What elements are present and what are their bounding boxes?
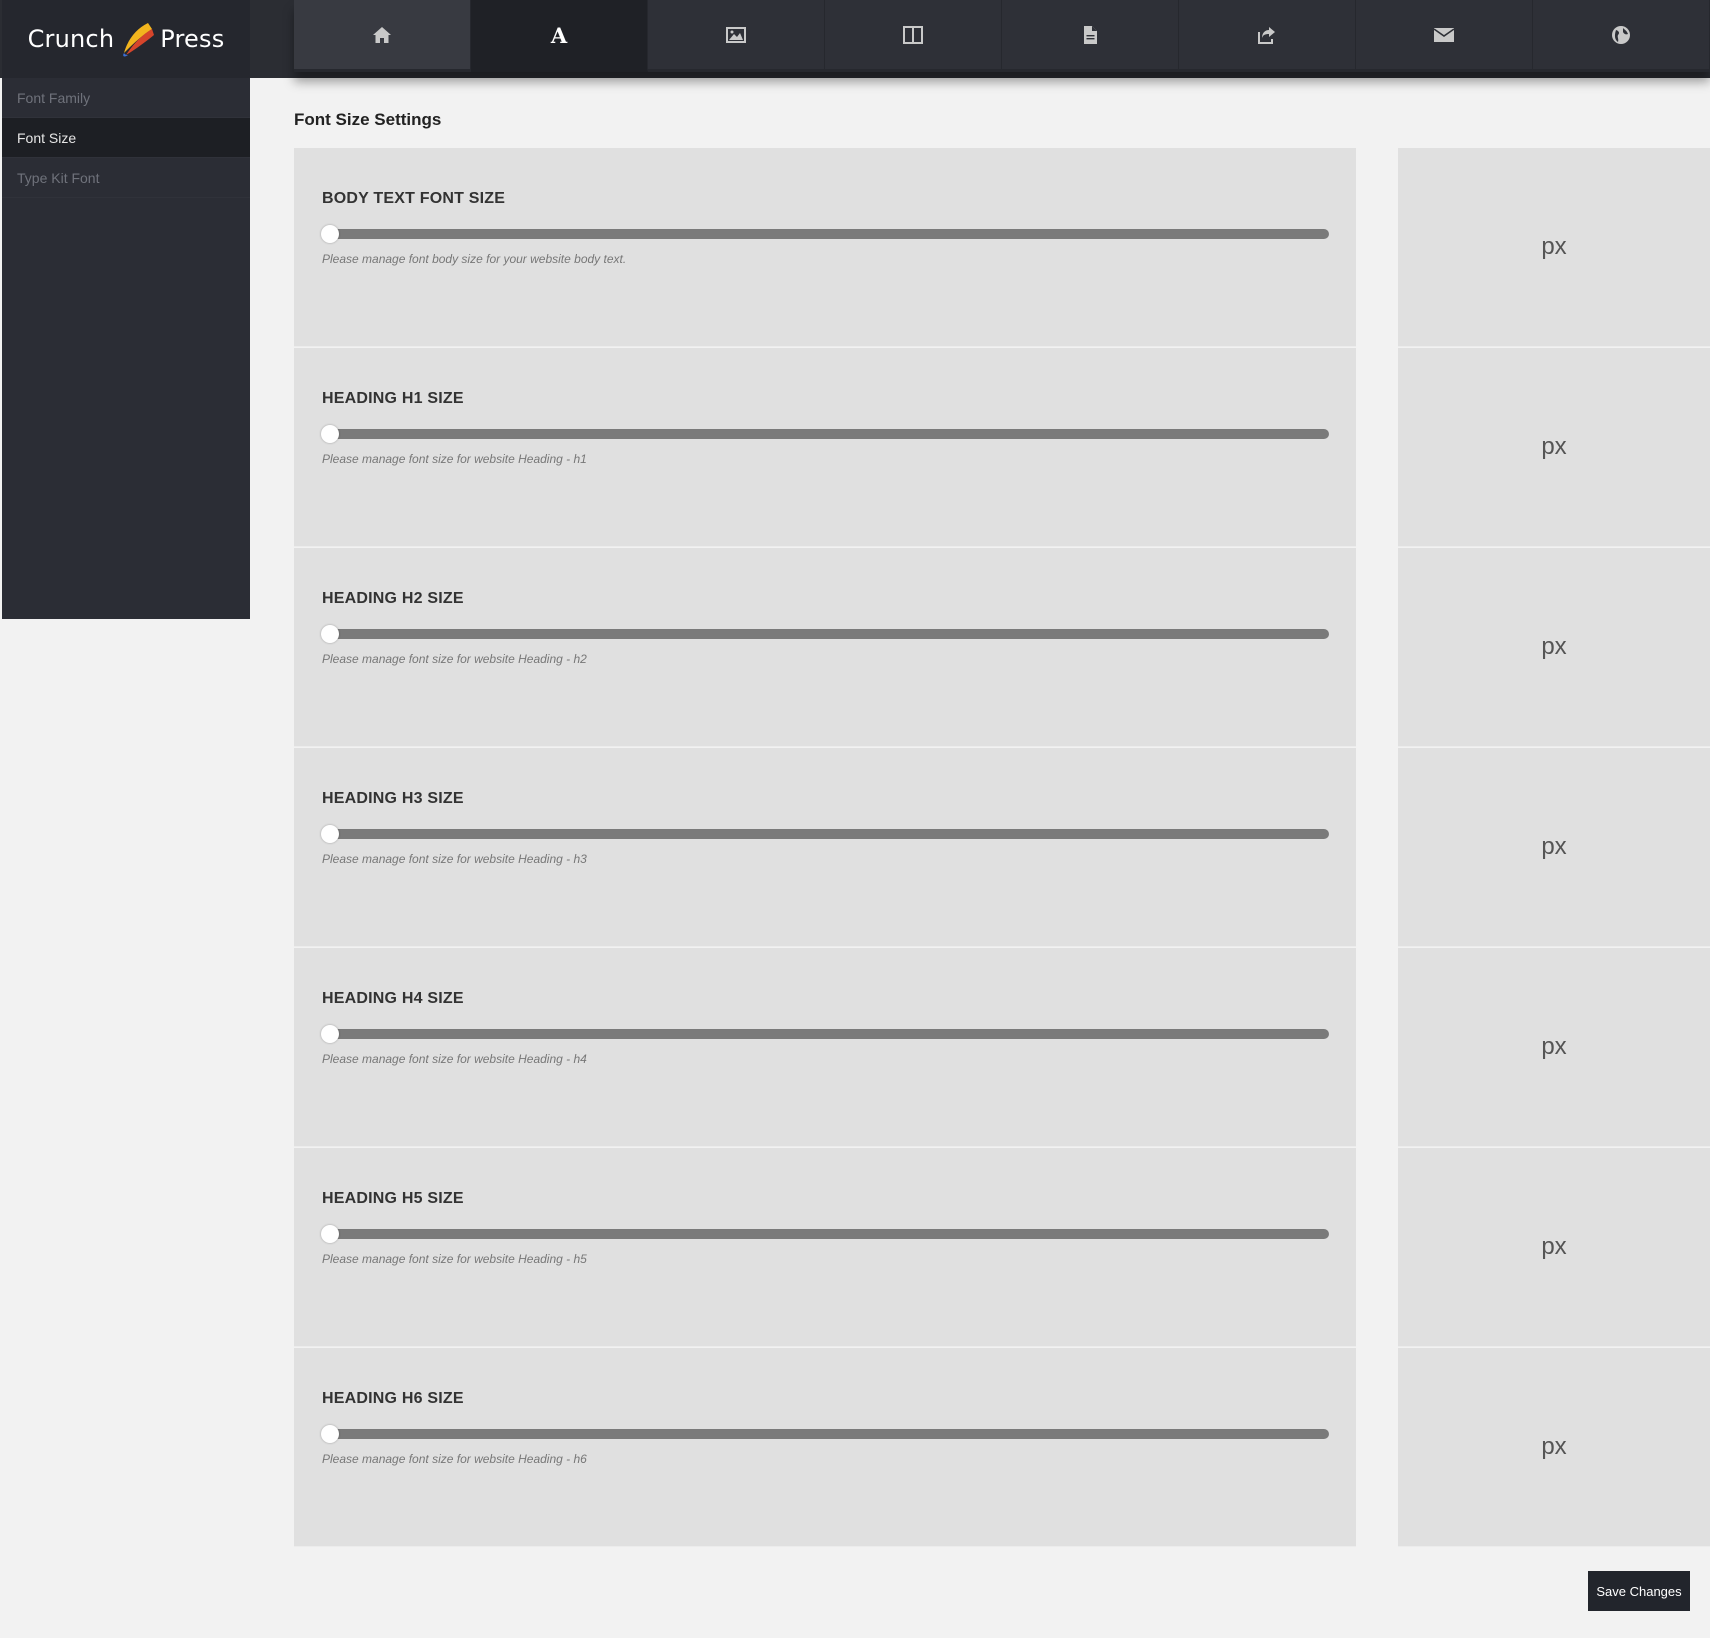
top-bar: Crunch Press A [0,0,1710,78]
setting-label: HEADING H4 SIZE [322,990,464,1007]
tab-pages[interactable] [1002,0,1179,72]
font-size-value-field[interactable]: px [1398,348,1710,547]
slider-track[interactable] [322,229,1329,239]
tab-contact[interactable] [1356,0,1533,72]
setting-card: HEADING H3 SIZE Please manage font size … [294,748,1356,947]
slider-track[interactable] [322,429,1329,439]
slider-track[interactable] [322,1029,1329,1039]
setting-label: HEADING H6 SIZE [322,1390,464,1407]
setting-label: HEADING H5 SIZE [322,1190,464,1207]
sidebar-item-font-size[interactable]: Font Size [2,118,250,158]
brand-logo[interactable]: Crunch Press [2,0,250,78]
sidebar-item-label: Font Family [17,89,91,106]
setting-description: Please manage font size for website Head… [322,452,587,466]
font-size-value-field[interactable]: px [1398,148,1710,347]
setting-row-h2: HEADING H2 SIZE Please manage font size … [294,548,1710,748]
unit-label: px [1541,1233,1567,1260]
font-size-slider[interactable] [321,425,1329,443]
slider-track[interactable] [322,629,1329,639]
tab-home[interactable] [294,0,471,72]
setting-description: Please manage font size for website Head… [322,852,587,866]
tab-typography[interactable]: A [471,0,648,72]
unit-label: px [1541,833,1567,860]
font-size-value-field[interactable]: px [1398,548,1710,747]
setting-card: HEADING H4 SIZE Please manage font size … [294,948,1356,1147]
slider-handle[interactable] [321,1425,339,1443]
sidebar-item-font-family[interactable]: Font Family [2,78,250,118]
save-changes-button[interactable]: Save Changes [1588,1571,1690,1611]
font-size-value-field[interactable]: px [1398,1348,1710,1547]
setting-label: BODY TEXT FONT SIZE [322,190,506,207]
tab-global[interactable] [1533,0,1710,72]
setting-card: HEADING H5 SIZE Please manage font size … [294,1148,1356,1347]
sidebar-item-label: Type Kit Font [17,169,100,186]
setting-label: HEADING H1 SIZE [322,390,464,407]
slider-track[interactable] [322,1229,1329,1239]
unit-label: px [1541,233,1567,260]
setting-description: Please manage font size for website Head… [322,1452,587,1466]
font-size-slider[interactable] [321,225,1329,243]
font-size-slider[interactable] [321,1025,1329,1043]
setting-row-body: BODY TEXT FONT SIZE Please manage font b… [294,148,1710,348]
admin-page: Crunch Press A Font Family Font Size Typ… [0,0,1710,1638]
setting-description: Please manage font size for website Head… [322,652,587,666]
envelope-icon [1433,27,1455,42]
setting-card: HEADING H6 SIZE Please manage font size … [294,1348,1356,1547]
unit-label: px [1541,1033,1567,1060]
slider-track[interactable] [322,829,1329,839]
home-icon [373,26,391,43]
font-size-settings-list: BODY TEXT FONT SIZE Please manage font b… [294,148,1710,1548]
slider-handle[interactable] [321,625,339,643]
brand-mark-icon [123,23,155,57]
globe-icon [1612,25,1630,44]
settings-sidebar: Font Family Font Size Type Kit Font [2,78,250,619]
setting-row-h3: HEADING H3 SIZE Please manage font size … [294,748,1710,948]
slider-handle[interactable] [321,225,339,243]
share-icon [1258,26,1275,44]
main-tab-bar: A [294,0,1710,72]
setting-row-h1: HEADING H1 SIZE Please manage font size … [294,348,1710,548]
setting-description: Please manage font body size for your we… [322,252,627,266]
page-title: Font Size Settings [294,110,442,129]
setting-row-h6: HEADING H6 SIZE Please manage font size … [294,1348,1710,1548]
tab-layout[interactable] [825,0,1002,72]
unit-label: px [1541,633,1567,660]
svg-text:A: A [550,24,568,46]
slider-handle[interactable] [321,1225,339,1243]
slider-handle[interactable] [321,825,339,843]
font-size-slider[interactable] [321,625,1329,643]
setting-card: HEADING H2 SIZE Please manage font size … [294,548,1356,747]
font-size-value-field[interactable]: px [1398,748,1710,947]
tab-images[interactable] [648,0,825,72]
setting-row-h5: HEADING H5 SIZE Please manage font size … [294,1148,1710,1348]
brand-name-left: Crunch [27,25,115,53]
font-size-value-field[interactable]: px [1398,948,1710,1147]
layout-icon [903,25,923,44]
setting-label: HEADING H3 SIZE [322,790,464,807]
document-icon [1084,25,1097,44]
sidebar-item-type-kit-font[interactable]: Type Kit Font [2,158,250,198]
setting-card: BODY TEXT FONT SIZE Please manage font b… [294,148,1356,347]
brand-name-right: Press [160,25,225,53]
slider-track[interactable] [322,1429,1329,1439]
font-size-slider[interactable] [321,1225,1329,1243]
unit-label: px [1541,433,1567,460]
unit-label: px [1541,1433,1567,1460]
tab-social[interactable] [1179,0,1356,72]
setting-description: Please manage font size for website Head… [322,1052,587,1066]
slider-handle[interactable] [321,425,339,443]
font-size-slider[interactable] [321,1425,1329,1443]
setting-label: HEADING H2 SIZE [322,590,464,607]
font-size-value-field[interactable]: px [1398,1148,1710,1347]
setting-row-h4: HEADING H4 SIZE Please manage font size … [294,948,1710,1148]
setting-card: HEADING H1 SIZE Please manage font size … [294,348,1356,547]
setting-description: Please manage font size for website Head… [322,1252,587,1266]
slider-handle[interactable] [321,1025,339,1043]
typography-icon: A [550,24,568,46]
image-icon [726,26,746,43]
font-size-slider[interactable] [321,825,1329,843]
sidebar-item-label: Font Size [17,129,77,146]
